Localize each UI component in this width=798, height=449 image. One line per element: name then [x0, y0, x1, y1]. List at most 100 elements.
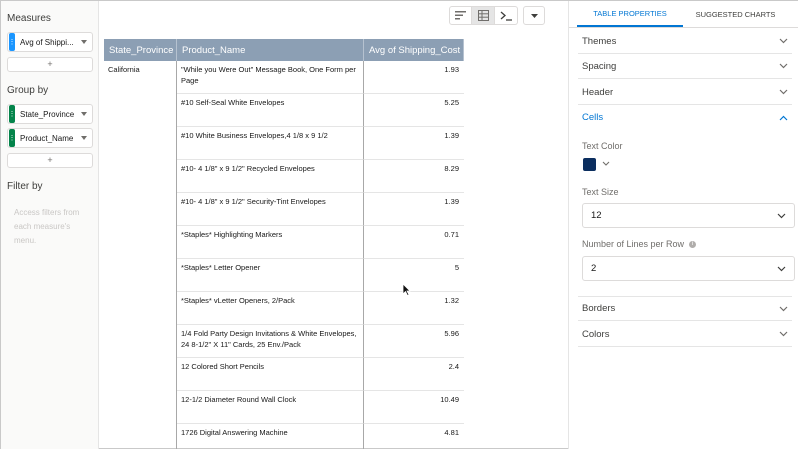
mouse-pointer-icon [402, 283, 411, 296]
column-header-avg-shipping-cost[interactable]: Avg of Shipping_Cost [364, 39, 464, 61]
state-cell [104, 391, 177, 424]
product-cell: 1726 Digital Answering Machine [177, 424, 364, 449]
chevron-down-icon[interactable] [602, 161, 610, 166]
section-themes[interactable]: Themes [578, 29, 792, 54]
product-cell: 1/4 Fold Party Design Invitations & Whit… [177, 325, 364, 358]
shipping-cost-cell: 1.32 [364, 292, 464, 325]
product-cell: #10- 4 1/8" x 9 1/2" Security-Tint Envel… [177, 193, 364, 226]
measure-pill-label: Avg of Shippi... [20, 37, 74, 47]
text-size-label: Text Size [582, 187, 619, 197]
bar-chart-button[interactable] [449, 6, 472, 25]
group-pill-label: State_Province [20, 109, 75, 119]
chevron-down-icon [779, 89, 788, 95]
text-size-value: 12 [591, 210, 602, 221]
shipping-cost-cell: 1.39 [364, 127, 464, 160]
shipping-cost-cell: 4.81 [444, 428, 459, 437]
section-cells-label: Cells [582, 112, 604, 123]
section-colors[interactable]: Colors [578, 322, 792, 347]
state-cell [104, 94, 177, 127]
table-body: California "While you Were Out" Message B… [104, 61, 464, 449]
properties-tabs: TABLE PROPERTIES SUGGESTED CHARTS [569, 1, 798, 28]
shipping-cost-cell: 1.39 [364, 193, 464, 226]
section-cells[interactable]: Cells [578, 105, 792, 130]
column-header-product-name[interactable]: Product_Name [177, 39, 364, 61]
shipping-cost-cell: 1.93 [364, 61, 464, 94]
tab-suggested-charts[interactable]: SUGGESTED CHARTS [683, 1, 788, 27]
query-mode-button[interactable] [495, 6, 518, 25]
section-borders-label: Borders [582, 303, 616, 314]
section-header-label: Header [582, 86, 614, 98]
group-pill-label: Product_Name [20, 133, 74, 143]
info-icon[interactable]: i [689, 241, 697, 249]
product-cell: 12 Colored Short Pencils [177, 358, 364, 391]
drag-handle-icon[interactable]: ⋮ [9, 129, 16, 147]
query-mode-icon [500, 11, 512, 21]
table-row: 12-1/2 Diameter Round Wall Clock 10.49 [104, 391, 464, 424]
chevron-down-icon [779, 63, 788, 69]
table-header: State_Province Product_Name Avg of Shipp… [104, 39, 464, 61]
filter-hint: Access filters from each measure's menu. [14, 208, 80, 245]
section-themes-label: Themes [582, 35, 617, 47]
product-cell: *Staples* Highlighting Markers [177, 226, 364, 259]
state-cell [104, 292, 177, 325]
product-cell: *Staples* vLetter Openers, 2/Pack [177, 292, 364, 325]
section-borders[interactable]: Borders [578, 296, 792, 321]
chevron-down-icon[interactable] [81, 136, 87, 140]
lines-per-row-select[interactable]: 2 [582, 256, 795, 281]
measure-pill-avg-shipping[interactable]: ⋮ Avg of Shippi... [7, 32, 93, 52]
add-group-button[interactable]: + [7, 153, 93, 168]
group-pill-product-name[interactable]: ⋮ Product_Name [7, 128, 93, 148]
measures-title: Measures [7, 13, 51, 24]
state-cell: California [104, 61, 177, 94]
product-cell: *Staples* Letter Opener [177, 259, 364, 292]
table-row: California "While you Were Out" Message B… [104, 61, 464, 94]
chevron-down-icon[interactable] [81, 112, 87, 116]
section-spacing[interactable]: Spacing [578, 54, 792, 79]
group-by-title: Group by [7, 85, 49, 96]
bar-chart-icon [455, 11, 466, 20]
shipping-cost-cell: 5 [364, 259, 464, 292]
data-table: State_Province Product_Name Avg of Shipp… [104, 39, 464, 449]
state-cell [104, 358, 177, 391]
chevron-down-icon [530, 13, 538, 18]
drag-handle-icon[interactable]: ⋮ [9, 33, 16, 51]
table-row: 1726 Digital Answering Machine 4.81 [104, 424, 464, 449]
chevron-down-icon [777, 266, 786, 271]
drag-handle-icon[interactable]: ⋮ [9, 105, 16, 123]
shipping-cost-cell: 0.71 [364, 226, 464, 259]
shipping-cost-cell: 10.49 [364, 391, 464, 424]
table-row: 1/4 Fold Party Design Invitations & Whit… [104, 325, 464, 358]
fields-panel: Measures ⋮ Avg of Shippi... + Group by ⋮… [1, 1, 99, 449]
properties-panel: TABLE PROPERTIES SUGGESTED CHARTS Themes… [568, 1, 798, 449]
chevron-down-icon [777, 213, 786, 218]
state-cell [104, 226, 177, 259]
group-pill-state-province[interactable]: ⋮ State_Province [7, 104, 93, 124]
column-header-state-province[interactable]: State_Province [104, 39, 177, 61]
app-frame: Measures ⋮ Avg of Shippi... + Group by ⋮… [0, 0, 798, 449]
product-cell: #10 White Business Envelopes,4 1/8 x 9 1… [177, 127, 364, 160]
more-options-button[interactable] [523, 6, 545, 25]
table-row: 12 Colored Short Pencils 2.4 [104, 358, 464, 391]
lines-per-row-label: Number of Lines per Row i [582, 239, 697, 249]
table-row: #10- 4 1/8" x 9 1/2" Security-Tint Envel… [104, 193, 464, 226]
text-color-swatch[interactable] [583, 158, 596, 171]
tab-table-properties[interactable]: TABLE PROPERTIES [577, 1, 683, 27]
add-measure-button[interactable]: + [7, 57, 93, 72]
text-size-select[interactable]: 12 [582, 203, 795, 228]
state-cell [104, 127, 177, 160]
chevron-down-icon [779, 306, 788, 311]
state-cell [104, 325, 177, 358]
filter-by-title: Filter by [7, 181, 43, 192]
lines-per-row-text: Number of Lines per Row [582, 239, 685, 249]
table-view-button[interactable] [472, 6, 495, 25]
table-row: *Staples* vLetter Openers, 2/Pack 1.32 [104, 292, 464, 325]
table-row: #10- 4 1/8" x 9 1/2" Recycled Envelopes 8… [104, 160, 464, 193]
section-spacing-label: Spacing [582, 60, 617, 72]
shipping-cost-cell: 2.4 [364, 358, 464, 391]
state-cell [104, 160, 177, 193]
state-cell [104, 424, 177, 449]
chevron-down-icon[interactable] [81, 40, 87, 44]
section-colors-label: Colors [582, 328, 610, 340]
shipping-cost-cell: 5.96 [364, 325, 464, 358]
section-header[interactable]: Header [578, 80, 792, 105]
